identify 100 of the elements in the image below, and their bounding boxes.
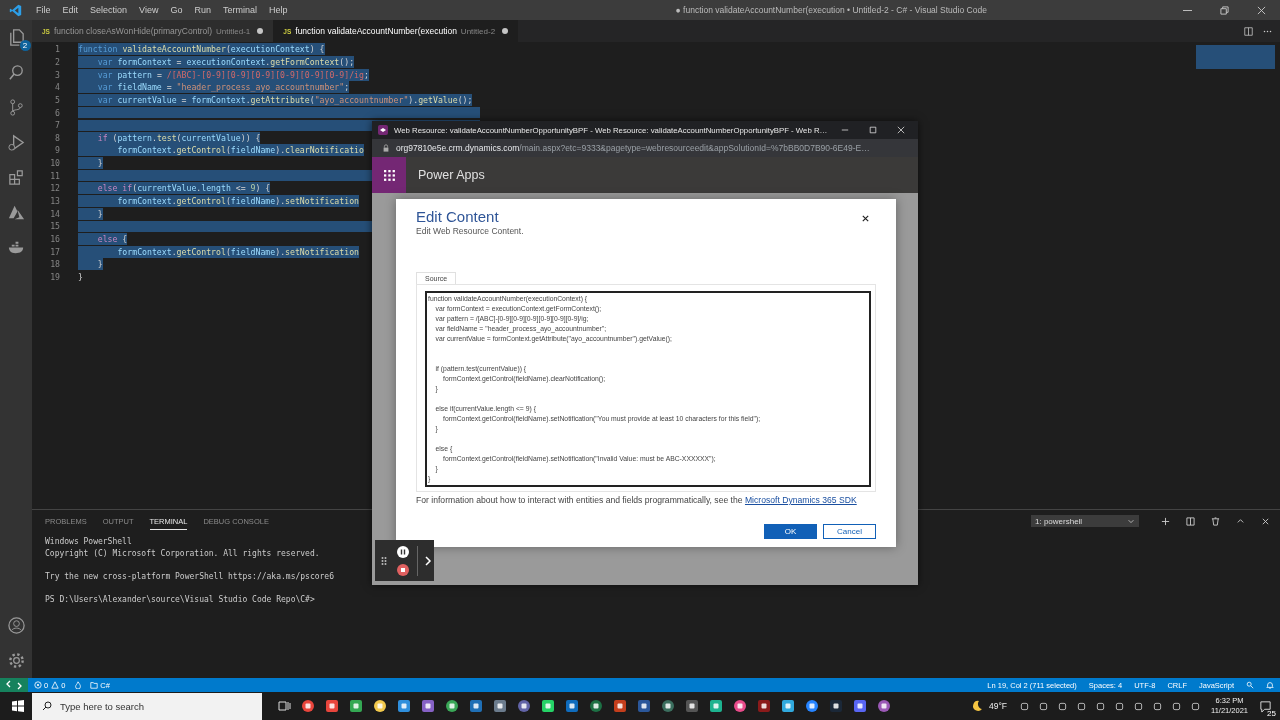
notification-button[interactable]: 25 — [1254, 696, 1276, 716]
app-icon[interactable] — [829, 699, 843, 713]
menu-item[interactable]: Edit — [56, 5, 85, 15]
app-name: Power Apps — [418, 168, 485, 182]
pause-icon[interactable] — [397, 545, 409, 558]
app-icon[interactable] — [517, 699, 531, 713]
weather-text[interactable]: 49°F — [988, 701, 1007, 711]
app-icon[interactable] — [493, 699, 507, 713]
tray-icon[interactable] — [1038, 700, 1049, 712]
chevron-up-icon[interactable] — [1236, 516, 1245, 526]
line-number: 13 — [49, 196, 60, 206]
app-icon[interactable] — [685, 699, 699, 713]
app-icon[interactable] — [349, 699, 363, 713]
menu-item[interactable]: View — [133, 5, 165, 15]
search-field[interactable]: Type here to search — [32, 692, 262, 720]
code-line: } — [78, 270, 83, 283]
tray-icon[interactable] — [1076, 700, 1087, 712]
app-icon[interactable] — [541, 699, 555, 713]
app-icon[interactable] — [877, 699, 891, 713]
app-icon[interactable] — [661, 699, 675, 713]
maximize-icon[interactable] — [869, 126, 877, 134]
cancel-button[interactable]: Cancel — [823, 524, 876, 539]
app-icon[interactable] — [565, 699, 579, 713]
menu-item[interactable]: Terminal — [216, 5, 263, 15]
app-launcher-button[interactable] — [372, 157, 406, 193]
app-favicon-icon — [378, 125, 388, 135]
app-icon[interactable] — [613, 699, 627, 713]
app-icon[interactable] — [325, 699, 339, 713]
minimize-icon[interactable] — [841, 126, 849, 134]
app-icon[interactable] — [589, 699, 603, 713]
ok-button[interactable]: OK — [764, 524, 817, 539]
tab-filename: Untitled-2 — [460, 26, 496, 36]
line-number: 8 — [54, 132, 60, 143]
tray-icon[interactable] — [1133, 700, 1144, 712]
app-icon[interactable] — [445, 699, 459, 713]
app-icon[interactable] — [805, 699, 819, 713]
line-number: 19 — [49, 271, 60, 282]
app-logo-icon — [9, 3, 22, 17]
line-number: 16 — [49, 233, 60, 244]
dialog-subtitle: Edit Web Resource Content. — [416, 226, 524, 236]
windows-logo-icon[interactable] — [12, 700, 24, 712]
split-editor-icon[interactable] — [1244, 26, 1253, 36]
line-number: 6 — [54, 107, 60, 118]
app-icon[interactable] — [733, 699, 747, 713]
task-view-icon[interactable] — [277, 699, 291, 713]
app-icon[interactable] — [853, 699, 867, 713]
tray-icon[interactable] — [1095, 700, 1106, 712]
menu-item[interactable]: File — [30, 5, 57, 15]
menu-item[interactable]: Go — [164, 5, 189, 15]
settings-icon[interactable] — [6, 651, 26, 670]
dialog-title: Edit Content — [416, 208, 500, 226]
close-icon[interactable] — [861, 214, 870, 223]
restore-icon[interactable] — [1220, 5, 1229, 15]
line-number: 4 — [54, 82, 60, 93]
triangle-logo-icon[interactable] — [6, 203, 26, 222]
line-number: 1 — [54, 44, 60, 55]
app-icon[interactable] — [469, 699, 483, 713]
tab-filename: Untitled-1 — [216, 26, 251, 36]
search-icon[interactable] — [6, 63, 26, 82]
chevron-right-icon[interactable] — [424, 554, 432, 567]
warning-icon — [51, 681, 60, 689]
app-icon[interactable] — [397, 699, 411, 713]
split-terminal-icon[interactable] — [1186, 516, 1195, 526]
folder-icon — [90, 681, 99, 689]
app-icon[interactable] — [781, 699, 795, 713]
chevron-down-icon — [1127, 517, 1135, 525]
tray-icon[interactable] — [1152, 700, 1163, 712]
trash-icon[interactable] — [1211, 516, 1220, 526]
app-icon[interactable] — [421, 699, 435, 713]
run-debug-icon[interactable] — [6, 133, 26, 152]
terminal-output: Windows PowerShell Copyright (C) Microsoft Corporation. All rights reserved. Try the new cross-platform PowerShell https://aka.ms/pscore6 PS D:\Users\Alexander\source\Visual Studio Code Repo\C#> — [45, 536, 334, 605]
feedback-icon[interactable] — [1246, 681, 1254, 689]
tray-icon[interactable] — [1190, 700, 1201, 712]
tray-icon[interactable] — [1019, 700, 1030, 712]
tray-icon[interactable] — [1171, 700, 1182, 712]
app-icon[interactable] — [301, 699, 315, 713]
waffle-icon — [383, 169, 395, 181]
app-icon[interactable] — [709, 699, 723, 713]
remote-icon[interactable] — [0, 678, 28, 692]
app-icon[interactable] — [637, 699, 651, 713]
account-icon[interactable] — [6, 616, 26, 635]
line-number: 14 — [49, 208, 60, 219]
tray-icon[interactable] — [1057, 700, 1068, 712]
menu-item[interactable]: Help — [262, 5, 294, 15]
line-number: 2 — [54, 56, 60, 67]
plus-icon[interactable] — [1161, 516, 1170, 526]
menu-item[interactable]: Selection — [84, 5, 134, 15]
menu-item[interactable]: Run — [188, 5, 217, 15]
search-icon — [42, 701, 52, 711]
stop-icon[interactable] — [397, 563, 409, 576]
extensions-icon[interactable] — [6, 168, 26, 187]
terminal-dropdown[interactable]: 1: powershell — [1031, 515, 1139, 527]
tray-icon[interactable] — [1114, 700, 1125, 712]
sdk-link[interactable]: Microsoft Dynamics 365 SDK — [744, 495, 857, 505]
tab-label: function validateAccountNumber(execution — [295, 26, 457, 36]
app-icon[interactable] — [757, 699, 771, 713]
app-icon[interactable] — [373, 699, 387, 713]
bell-icon[interactable] — [1266, 681, 1274, 689]
info-text: For information about how to interact with entities and fields programmatically, see the Microsoft Dynamics 365 SDK — [416, 495, 858, 505]
drag-handle-icon[interactable] — [381, 555, 387, 566]
